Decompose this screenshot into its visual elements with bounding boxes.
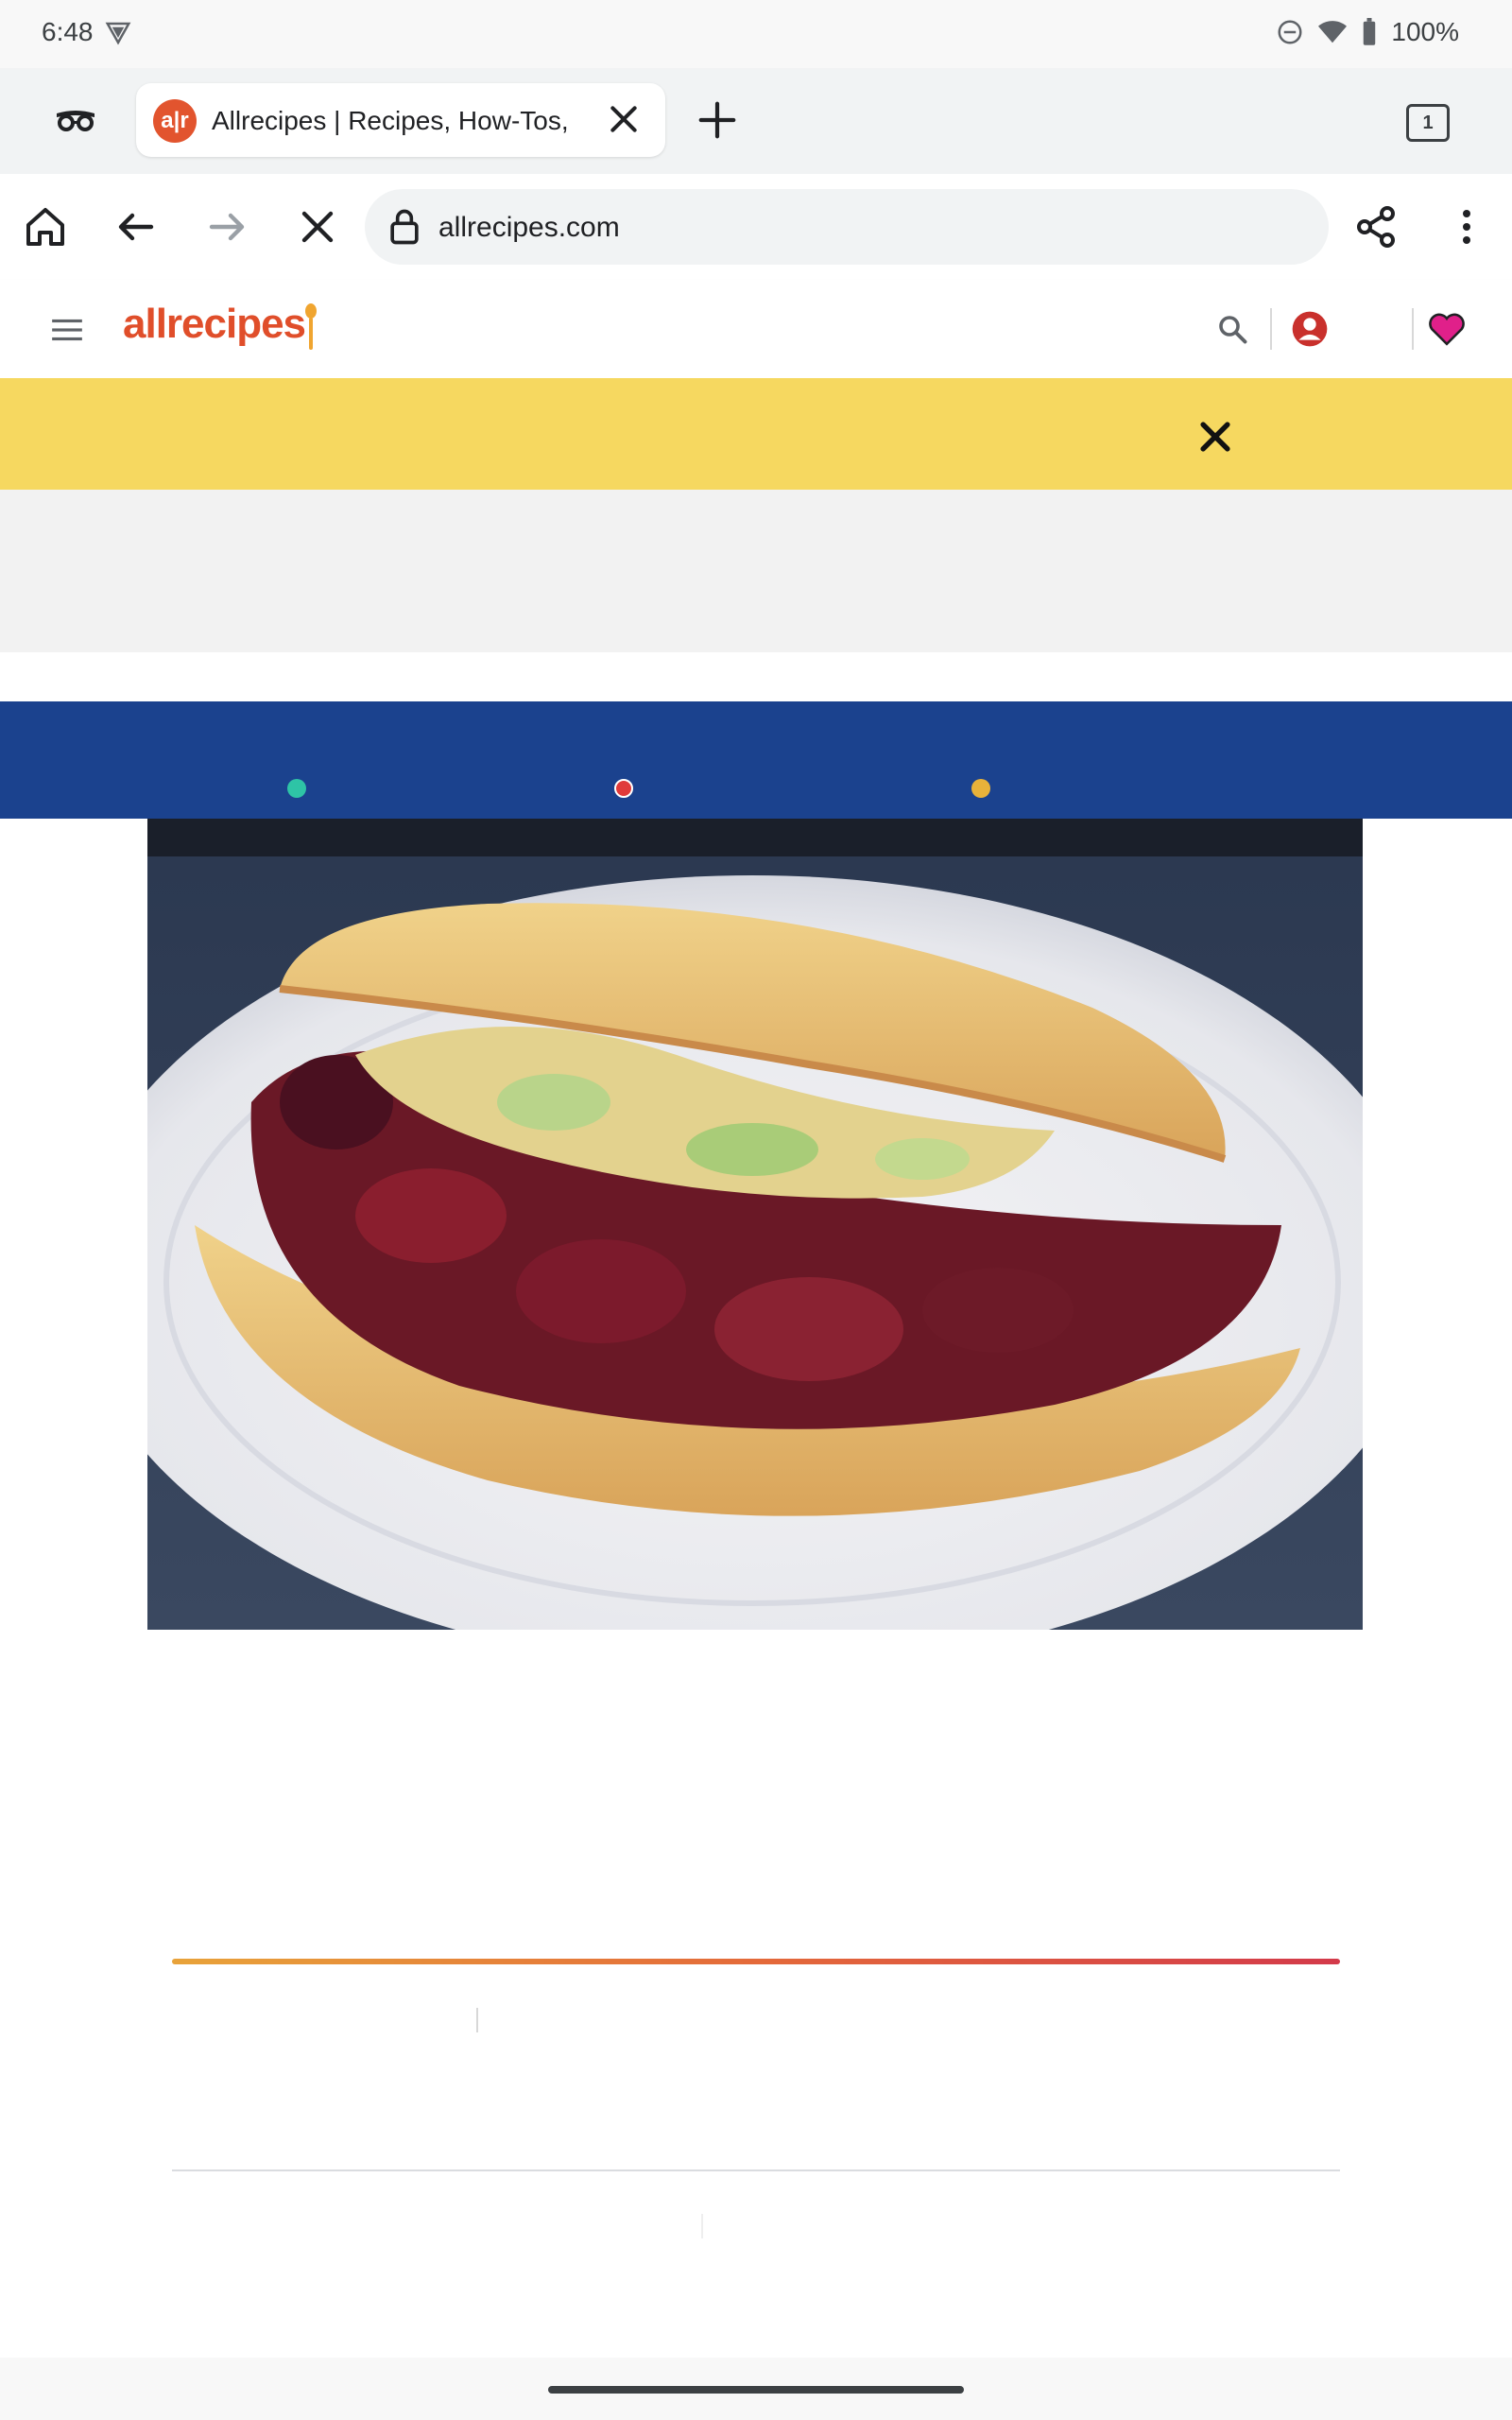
battery-icon (1364, 18, 1376, 45)
recipe-hero-image[interactable] (147, 819, 1363, 1630)
status-bar: 6:48 100% (0, 0, 1512, 68)
hamburger-menu-icon[interactable] (49, 316, 85, 344)
lock-icon[interactable] (384, 206, 425, 248)
more-vert-icon[interactable] (1444, 204, 1489, 250)
sandwich-photo (147, 819, 1363, 1630)
carousel-dot[interactable] (287, 779, 306, 798)
wifi-icon (1318, 21, 1348, 43)
vpn-key-icon (105, 22, 131, 45)
gradient-divider (172, 1959, 1340, 1964)
close-icon[interactable] (1194, 416, 1236, 458)
promo-banner (0, 378, 1512, 490)
plus-icon[interactable] (696, 98, 739, 142)
status-icons: 100% (1276, 17, 1459, 47)
nav-band (0, 701, 1512, 819)
address-bar[interactable]: allrecipes.com (365, 189, 1329, 265)
close-icon[interactable] (605, 100, 643, 138)
url-text: allrecipes.com (438, 212, 620, 243)
home-gesture-handle[interactable] (548, 2386, 964, 2394)
share-icon[interactable] (1353, 204, 1399, 250)
close-icon[interactable] (295, 204, 340, 250)
tab-title: Allrecipes | Recipes, How-Tos, (212, 106, 569, 135)
site-favicon: a|r (153, 99, 197, 143)
carousel-dot[interactable] (971, 779, 990, 798)
account-icon[interactable] (1291, 310, 1329, 348)
home-icon[interactable] (23, 204, 68, 250)
tab-switcher-button[interactable]: 1 (1406, 104, 1450, 142)
logo-spoon-icon (305, 303, 317, 350)
arrow-right-icon[interactable] (204, 204, 249, 250)
header-divider (1412, 308, 1414, 350)
content-divider (476, 2008, 478, 2032)
arrow-left-icon[interactable] (113, 204, 159, 250)
search-icon[interactable] (1215, 312, 1249, 346)
incognito-icon[interactable] (53, 104, 98, 134)
carousel-dot[interactable] (614, 779, 633, 798)
site-logo[interactable]: allrecipes (123, 301, 306, 348)
header-divider (1270, 308, 1272, 350)
ad-placeholder (0, 490, 1512, 652)
horizontal-divider (172, 2169, 1340, 2171)
battery-percent: 100% (1391, 17, 1459, 46)
browser-tab[interactable]: a|r Allrecipes | Recipes, How-Tos, (136, 83, 665, 157)
do-not-disturb-icon (1278, 20, 1302, 44)
heart-icon[interactable] (1429, 312, 1465, 346)
status-time: 6:48 (42, 17, 94, 46)
content-divider (701, 2214, 703, 2238)
